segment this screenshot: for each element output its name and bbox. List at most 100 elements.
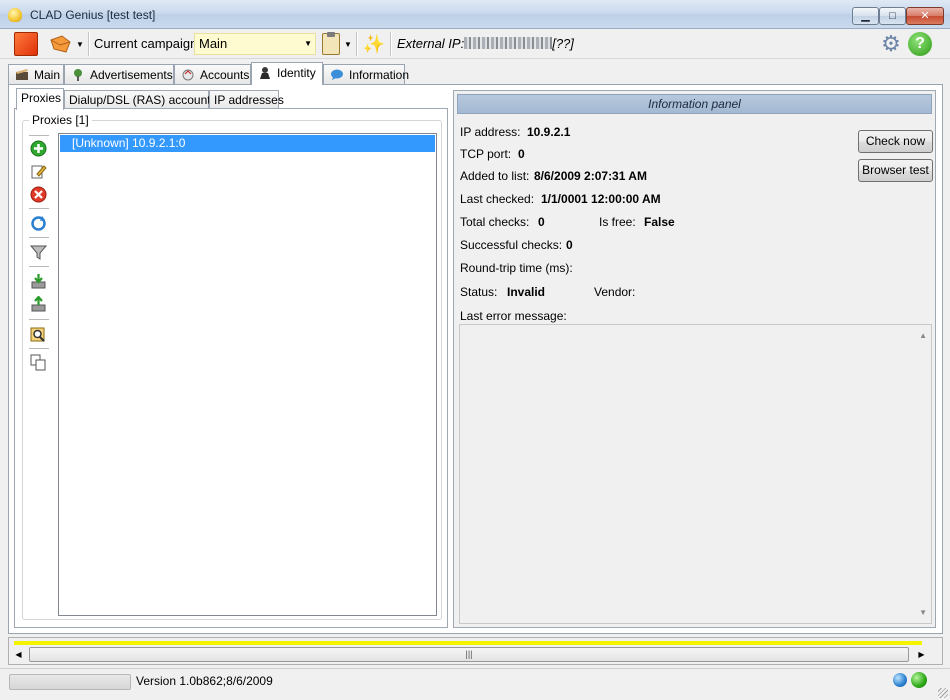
- refresh-icon[interactable]: [30, 215, 47, 232]
- round-trip-label: Round-trip time (ms):: [460, 261, 573, 275]
- is-free-label: Is free:: [599, 215, 636, 229]
- total-checks-label: Total checks:: [460, 215, 530, 229]
- help-icon[interactable]: ?: [908, 32, 932, 56]
- main-tabs: Main Advertisements Accounts Identity In…: [8, 62, 943, 85]
- tab-ip-addresses[interactable]: IP addresses: [209, 90, 284, 109]
- side-separator: [29, 319, 49, 320]
- send-dropdown-arrow[interactable]: ▼: [76, 40, 84, 49]
- last-error-textbox[interactable]: ▲ ▼: [459, 324, 932, 624]
- tab-proxies[interactable]: Proxies: [16, 88, 64, 110]
- tab-main[interactable]: Main: [8, 64, 64, 84]
- side-separator: [29, 135, 49, 136]
- status-value: Invalid: [507, 285, 546, 299]
- added-to-list-value: 8/6/2009 2:07:31 AM: [534, 169, 647, 183]
- add-icon[interactable]: [30, 140, 47, 157]
- total-checks-value: 0: [538, 215, 545, 229]
- last-checked-label: Last checked:: [460, 192, 535, 206]
- external-ip-label: External IP:: [397, 36, 465, 51]
- tab-identity-label: Identity: [277, 66, 316, 80]
- resize-grip-icon[interactable]: [938, 688, 948, 698]
- close-button[interactable]: ✕: [906, 7, 944, 25]
- export-icon[interactable]: [30, 296, 47, 313]
- tab-ip-addresses-label: IP addresses: [214, 93, 284, 107]
- status-label: Status:: [460, 285, 498, 299]
- scroll-left-icon[interactable]: ◀: [10, 646, 27, 663]
- ip-address-value: 10.9.2.1: [527, 125, 571, 139]
- scroll-up-icon[interactable]: ▲: [919, 331, 927, 340]
- send-mail-icon[interactable]: [48, 32, 74, 56]
- close-icon: ✕: [920, 10, 930, 22]
- external-ip-obscured: [464, 37, 553, 49]
- external-ip-suffix: [??]: [552, 36, 574, 51]
- chevron-down-icon: ▼: [304, 39, 312, 48]
- list-item[interactable]: [Unknown] 10.9.2.1:0: [60, 135, 435, 152]
- tab-identity[interactable]: Identity: [251, 62, 323, 85]
- browser-test-button[interactable]: Browser test: [858, 159, 933, 182]
- version-text: Version 1.0b862;8/6/2009: [136, 674, 273, 688]
- tcp-port-value: 0: [518, 147, 525, 161]
- magic-wand-icon[interactable]: ✨: [362, 32, 386, 56]
- proxy-list[interactable]: [Unknown] 10.9.2.1:0: [58, 133, 437, 616]
- added-to-list-label: Added to list:: [460, 169, 530, 183]
- delete-icon[interactable]: [30, 186, 47, 203]
- side-separator: [29, 208, 49, 209]
- window-title: CLAD Genius [test test]: [30, 8, 156, 22]
- successful-checks-value: 0: [566, 238, 573, 252]
- tab-dialup-ras[interactable]: Dialup/DSL (RAS) accounts: [64, 90, 217, 109]
- activity-strip: [14, 641, 922, 645]
- toolbar-separator: [356, 32, 358, 56]
- edit-icon[interactable]: [30, 163, 47, 180]
- campaign-label: Current campaign: [94, 36, 198, 51]
- maximize-icon: □: [889, 10, 896, 22]
- horizontal-scrollbar[interactable]: ◀ ||| ▶: [10, 646, 930, 663]
- minimize-icon: ▁: [861, 10, 870, 22]
- last-error-label: Last error message:: [460, 309, 567, 323]
- successful-checks-label: Successful checks:: [460, 238, 563, 252]
- toolbar: ▼ Current campaign Main ▼ ▼ ✨ External I…: [0, 29, 950, 59]
- accounts-icon: [182, 69, 194, 81]
- status-progress-bar: [9, 674, 131, 690]
- status-bar: Version 1.0b862;8/6/2009: [0, 668, 950, 700]
- advertisement-icon: [74, 69, 82, 81]
- scroll-down-icon[interactable]: ▼: [919, 608, 927, 617]
- tab-advertisements[interactable]: Advertisements: [64, 64, 174, 84]
- is-free-value: False: [644, 215, 675, 229]
- tab-accounts-label: Accounts: [200, 68, 250, 82]
- external-ip: External IP: [??]: [397, 36, 574, 51]
- filter-icon[interactable]: [30, 244, 47, 261]
- check-now-button[interactable]: Check now: [858, 130, 933, 153]
- spy-identity-icon: [260, 67, 270, 79]
- clipboard-dropdown-arrow[interactable]: ▼: [344, 40, 352, 49]
- ip-address-label: IP address:: [460, 125, 521, 139]
- minimize-button[interactable]: ▁: [852, 7, 879, 25]
- app-lightbulb-icon: [8, 8, 22, 22]
- tab-proxies-label: Proxies: [21, 91, 62, 105]
- title-bar: CLAD Genius [test test] ▁ □ ✕: [0, 0, 950, 29]
- tcp-port-label: TCP port:: [460, 147, 512, 161]
- tab-information[interactable]: Information: [323, 64, 409, 84]
- toolbar-separator: [390, 32, 392, 56]
- scroll-thumb[interactable]: |||: [29, 647, 909, 662]
- import-icon[interactable]: [30, 273, 47, 290]
- copy-icon[interactable]: [30, 354, 47, 371]
- globe-icon: [893, 673, 907, 687]
- clipboard-icon[interactable]: [322, 32, 340, 55]
- gear-icon[interactable]: ⚙: [879, 32, 903, 56]
- campaign-select[interactable]: Main ▼: [194, 33, 316, 55]
- search-icon[interactable]: [30, 326, 47, 343]
- tab-accounts[interactable]: Accounts: [174, 64, 251, 84]
- maximize-button[interactable]: □: [879, 7, 906, 25]
- campaign-value: Main: [199, 36, 228, 51]
- tab-dialup-ras-label: Dialup/DSL (RAS) accounts: [69, 93, 217, 107]
- tab-advertisements-label: Advertisements: [90, 68, 173, 82]
- proxy-side-toolbar: [27, 133, 51, 613]
- stop-icon[interactable]: [14, 32, 38, 56]
- tab-main-label: Main: [34, 68, 61, 82]
- film-clapper-icon: [16, 69, 28, 80]
- scroll-right-icon[interactable]: ▶: [913, 646, 930, 663]
- side-separator: [29, 348, 49, 349]
- toolbar-separator: [88, 32, 90, 56]
- tab-information-label: Information: [349, 68, 410, 82]
- proxies-group-label: Proxies [1]: [29, 113, 92, 127]
- side-separator: [29, 237, 49, 238]
